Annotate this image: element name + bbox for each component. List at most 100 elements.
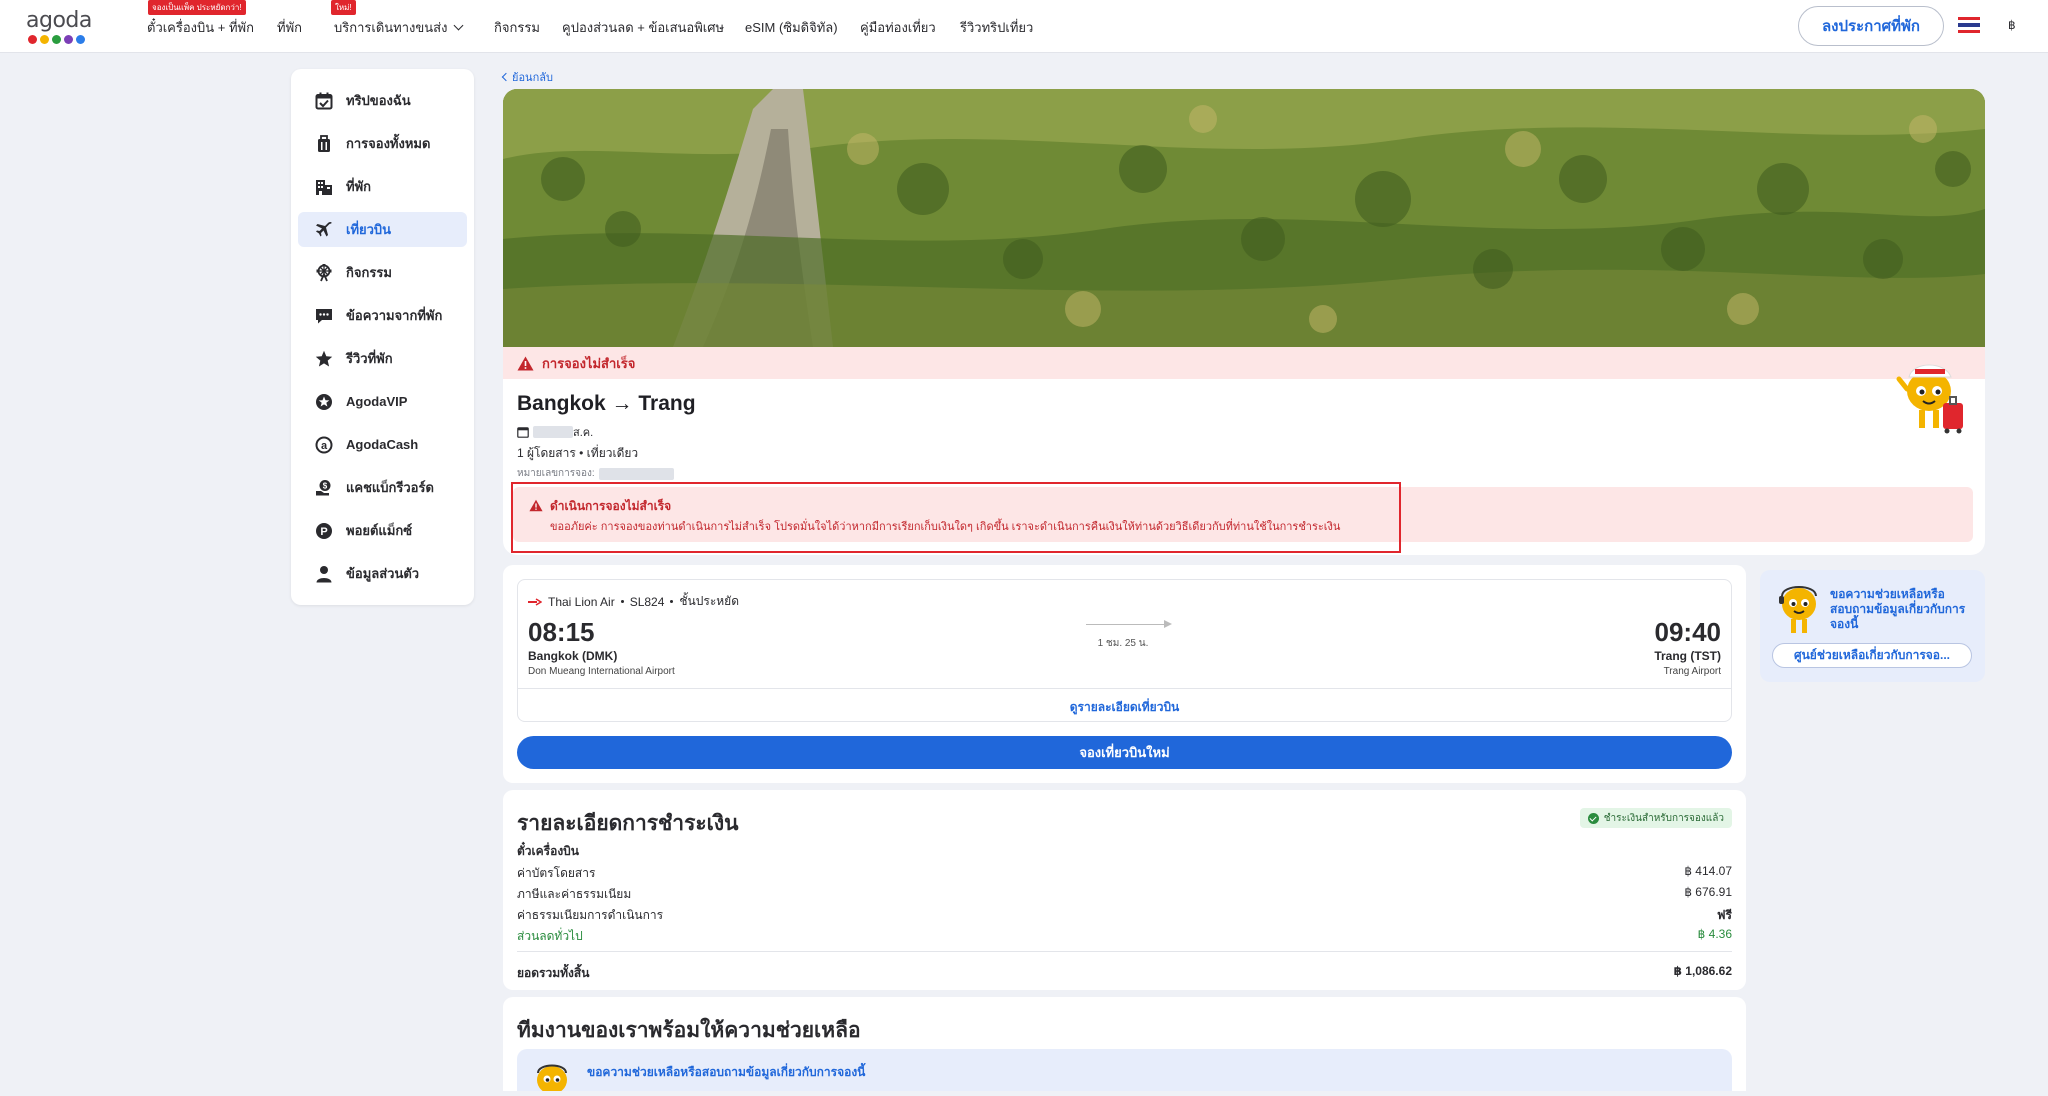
departure-time: 08:15 — [528, 617, 595, 647]
support-help-text: ขอความช่วยเหลือหรือสอบถามข้อมูลเกี่ยวกับ… — [587, 1065, 866, 1079]
travel-date: ส.ค. — [517, 423, 593, 441]
thai-lion-air-logo-icon — [528, 597, 542, 606]
flight-duration: 1 ชม. 25 น. — [1097, 638, 1149, 649]
ferris-wheel-icon — [314, 263, 334, 283]
arrival-time: 09:40 — [1654, 617, 1722, 647]
payment-row-discount: ส่วนลดทั่วไป ฿ 4.36 — [517, 927, 1732, 946]
support-team-title: ทีมงานของเราพร้อมให้ความช่วยเหลือ — [517, 1019, 861, 1042]
nav-flight-hotel[interactable]: ตั๋วเครื่องบิน + ที่พัก — [147, 17, 254, 38]
arrival-city: Trang (TST) — [1654, 649, 1721, 663]
help-center-button[interactable]: ศูนย์ช่วยเหลือเกี่ยวกับการจอ... — [1772, 643, 1972, 668]
chevron-left-icon — [501, 72, 511, 82]
booking-ref-label: หมายเลขการจอง: — [517, 468, 595, 479]
check-circle-icon — [1587, 812, 1599, 824]
nav-travel-guide[interactable]: คู่มือท่องเที่ยว — [860, 17, 936, 38]
nav-transport[interactable]: บริการเดินทางขนส่ง — [334, 17, 464, 38]
sidebar-item-property-messages[interactable]: ข้อความจากที่พัก — [298, 298, 467, 333]
book-new-flight-button[interactable]: จองเที่ยวบินใหม่ — [517, 736, 1732, 769]
divider — [517, 951, 1732, 952]
flight-duration-line — [1086, 624, 1170, 625]
booking-status-strip: การจองไม่สำเร็จ — [503, 347, 1985, 379]
cashback-icon: $ — [314, 478, 334, 498]
total-value: ฿ 1,086.62 — [1673, 964, 1732, 978]
sidebar-item-flights[interactable]: เที่ยวบิน — [298, 212, 467, 247]
row-value: ฿ 414.07 — [1684, 864, 1732, 878]
departure-airport: Don Mueang International Airport — [528, 666, 675, 677]
back-link[interactable]: ย้อนกลับ — [501, 68, 553, 86]
calendar-icon — [517, 427, 529, 438]
payment-row-taxes: ภาษีและค่าธรรมเนียม ฿ 676.91 — [517, 885, 1732, 904]
top-navigation-bar: agoda จองเป็นแพ็ค ประหยัดกว่า! ตั๋วเครื่… — [0, 0, 2048, 53]
thai-flag-icon[interactable] — [1958, 17, 1980, 33]
sidebar-item-accommodation[interactable]: ที่พัก — [298, 169, 467, 204]
sidebar-item-profile[interactable]: ข้อมูลส่วนตัว — [298, 556, 467, 591]
chat-icon — [314, 306, 334, 326]
paid-status-badge: ชำระเงินสำหรับการจองแล้ว — [1579, 808, 1732, 828]
nav-activities[interactable]: กิจกรรม — [494, 17, 540, 38]
sidebar-item-all-bookings[interactable]: การจองทั้งหมด — [298, 126, 467, 161]
cabin-class: ชั้นประหยัด — [679, 594, 739, 608]
building-icon — [314, 177, 334, 197]
divider — [518, 688, 1731, 689]
airplane-icon — [314, 220, 334, 240]
booking-error-alert: ดำเนินการจองไม่สำเร็จ ขออภัยค่ะ การจองขอ… — [513, 487, 1973, 542]
sidebar-item-agoda-vip[interactable]: AgodaVIP — [298, 384, 467, 419]
sidebar-item-label: ที่พัก — [346, 179, 372, 194]
sidebar-item-label: กิจกรรม — [346, 265, 392, 280]
error-message: ขออภัยค่ะ การจองของท่านดำเนินการไม่สำเร็… — [550, 521, 1341, 533]
nav-transport-label: บริการเดินทางขนส่ง — [334, 20, 448, 35]
sidebar-item-label: เที่ยวบิน — [346, 222, 392, 237]
payment-total: ยอดรวมทั้งสิ้น ฿ 1,086.62 — [517, 964, 1732, 983]
row-label: ค่าบัตรโดยสาร — [517, 866, 596, 880]
date-month: ส.ค. — [573, 427, 594, 439]
svg-text:P: P — [320, 526, 327, 538]
payment-row-service-fee: ค่าธรรมเนียมการดำเนินการ ฟรี — [517, 906, 1732, 925]
passenger-info: 1 ผู้โดยสาร • เที่ยวเดียว — [517, 446, 639, 460]
sidebar-item-agoda-cash[interactable]: a AgodaCash — [298, 427, 467, 462]
row-label: ภาษีและค่าธรรมเนียม — [517, 887, 632, 901]
vip-star-icon — [314, 392, 334, 412]
agoda-logo[interactable]: agoda — [26, 8, 96, 46]
sidebar-item-label: รีวิวที่พัก — [346, 351, 393, 366]
separator-dot — [620, 600, 624, 603]
warning-icon — [529, 499, 543, 512]
booking-reference: หมายเลขการจอง: — [517, 466, 674, 481]
error-title: ดำเนินการจองไม่สำเร็จ — [550, 499, 672, 513]
sidebar-item-property-reviews[interactable]: รีวิวที่พัก — [298, 341, 467, 376]
sidebar-item-activities[interactable]: กิจกรรม — [298, 255, 467, 290]
payment-details-card: รายละเอียดการชำระเงิน ชำระเงินสำหรับการจ… — [503, 790, 1746, 990]
redacted-date — [533, 426, 573, 438]
points-icon: P — [314, 521, 334, 541]
sidebar-item-pointsmax[interactable]: P พอยต์แม็กซ์ — [298, 513, 467, 548]
flight-number: SL824 — [629, 594, 665, 609]
calendar-check-icon — [314, 91, 334, 111]
currency-selector[interactable]: ฿ — [2008, 18, 2016, 32]
support-mascot-illustration — [533, 1063, 571, 1094]
booking-status-label: การจองไม่สำเร็จ — [542, 355, 636, 371]
sidebar-item-label: แคชแบ็กรีวอร์ด — [346, 480, 434, 495]
star-icon — [314, 349, 334, 369]
departure-city: Bangkok (DMK) — [528, 649, 618, 663]
svg-text:$: $ — [323, 481, 328, 490]
nav-badge-new: ใหม่! — [331, 0, 356, 15]
airline-name: Thai Lion Air — [548, 594, 615, 609]
row-value: ฿ 4.36 — [1697, 927, 1732, 941]
list-property-button[interactable]: ลงประกาศที่พัก — [1798, 6, 1944, 46]
warning-icon — [517, 356, 534, 370]
nav-trip-reviews[interactable]: รีวิวทริปเที่ยว — [960, 17, 1033, 38]
row-label: ค่าธรรมเนียมการดำเนินการ — [517, 908, 664, 922]
route-title: Bangkok → Trang — [517, 392, 696, 415]
help-center-card: ขอความช่วยเหลือหรือสอบถามข้อมูลเกี่ยวกับ… — [1760, 570, 1985, 682]
separator-dot — [670, 600, 674, 603]
help-text: ขอความช่วยเหลือหรือสอบถามข้อมูลเกี่ยวกับ… — [1830, 587, 1966, 631]
sidebar-item-label: AgodaCash — [346, 437, 419, 452]
support-help-box[interactable]: ขอความช่วยเหลือหรือสอบถามข้อมูลเกี่ยวกับ… — [517, 1049, 1732, 1094]
view-flight-details-link[interactable]: ดูรายละเอียดเที่ยวบิน — [518, 698, 1731, 717]
person-icon — [314, 564, 334, 584]
nav-accommodation[interactable]: ที่พัก — [277, 17, 302, 38]
sidebar-item-cashback-rewards[interactable]: $ แคชแบ็กรีวอร์ด — [298, 470, 467, 505]
nav-esim[interactable]: eSIM (ซิมดิจิทัล) — [745, 17, 838, 38]
nav-coupons[interactable]: คูปองส่วนลด + ข้อเสนอพิเศษ — [562, 17, 724, 38]
sidebar-item-my-trips[interactable]: ทริปของฉัน — [298, 83, 467, 118]
payment-title: รายละเอียดการชำระเงิน — [517, 812, 739, 835]
